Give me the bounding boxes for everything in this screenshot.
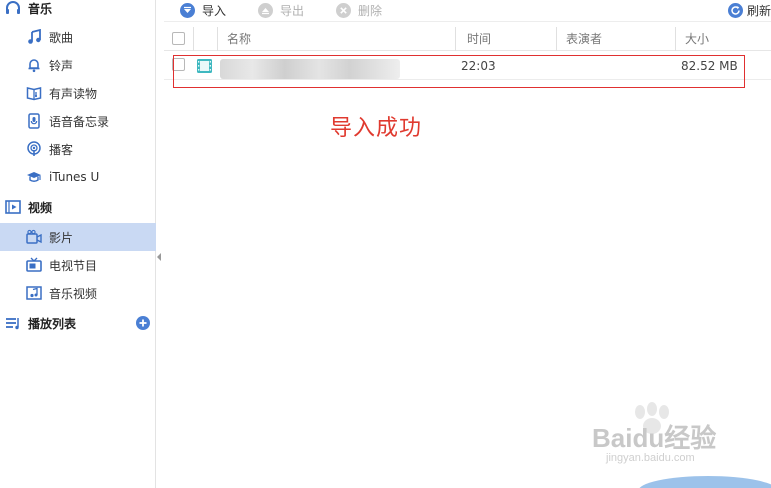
column-header-time[interactable]: 时间 bbox=[459, 27, 491, 51]
column-header-name[interactable]: 名称 bbox=[219, 27, 251, 51]
playlist-icon bbox=[4, 314, 22, 332]
podcast-icon bbox=[25, 140, 43, 158]
sidebar-item-label: 音乐视频 bbox=[49, 286, 98, 301]
film-icon bbox=[4, 198, 22, 216]
sidebar-section-playlist[interactable]: 播放列表 bbox=[0, 309, 156, 337]
sidebar-section-music[interactable]: 音乐 bbox=[0, 0, 156, 22]
audiobook-icon bbox=[25, 84, 43, 102]
bell-icon bbox=[25, 56, 43, 74]
delete-icon bbox=[336, 3, 352, 18]
movie-camera-icon bbox=[25, 228, 43, 246]
column-separator bbox=[455, 27, 456, 51]
column-separator bbox=[217, 27, 218, 51]
add-circle-icon[interactable] bbox=[136, 316, 150, 330]
toolbar: 导入 导出 删除 刷新 bbox=[164, 0, 771, 22]
headphones-icon bbox=[4, 0, 22, 17]
sidebar-item-label: iTunes U bbox=[49, 170, 100, 184]
import-button[interactable]: 导入 bbox=[180, 1, 226, 21]
import-icon bbox=[180, 3, 195, 18]
sidebar-section-label: 视频 bbox=[28, 200, 53, 215]
sidebar-item-voice-memos[interactable]: 语音备忘录 bbox=[0, 107, 156, 135]
select-all-checkbox[interactable] bbox=[172, 32, 185, 45]
annotation-import-success: 导入成功 bbox=[330, 116, 423, 141]
refresh-label: 刷新 bbox=[746, 4, 771, 18]
sidebar-item-movies[interactable]: 影片 bbox=[0, 223, 156, 251]
sidebar-item-label: 语音备忘录 bbox=[49, 114, 110, 129]
sidebar-item-tv-shows[interactable]: 电视节目 bbox=[0, 251, 156, 279]
voice-memo-icon bbox=[25, 112, 43, 130]
music-note-icon bbox=[25, 28, 43, 46]
graduation-cap-icon bbox=[25, 168, 43, 186]
import-label: 导入 bbox=[202, 4, 227, 18]
column-header-size[interactable]: 大小 bbox=[677, 27, 709, 51]
column-separator bbox=[675, 27, 676, 51]
export-button[interactable]: 导出 bbox=[258, 1, 304, 21]
sidebar-item-songs[interactable]: 歌曲 bbox=[0, 23, 156, 51]
delete-button[interactable]: 删除 bbox=[336, 1, 382, 21]
column-separator bbox=[556, 27, 557, 51]
sidebar-section-label: 音乐 bbox=[28, 1, 53, 16]
export-icon bbox=[258, 3, 274, 18]
corner-decoration bbox=[638, 476, 771, 488]
sidebar-item-label: 电视节目 bbox=[49, 258, 98, 273]
sidebar-item-label: 有声读物 bbox=[49, 86, 98, 101]
sidebar-item-label: 播客 bbox=[49, 142, 74, 157]
sidebar-item-ringtones[interactable]: 铃声 bbox=[0, 51, 156, 79]
sidebar-section-label: 播放列表 bbox=[28, 316, 77, 331]
sidebar-collapse-handle[interactable] bbox=[156, 250, 162, 264]
refresh-icon bbox=[727, 3, 743, 18]
highlight-box bbox=[173, 55, 745, 88]
tv-icon bbox=[25, 256, 43, 274]
table-header: 名称 时间 表演者 大小 bbox=[164, 27, 771, 51]
sidebar-item-itunes-u[interactable]: iTunes U bbox=[0, 163, 156, 191]
sidebar-item-label: 影片 bbox=[49, 230, 74, 245]
sidebar-item-audiobooks[interactable]: 有声读物 bbox=[0, 79, 156, 107]
music-video-icon bbox=[25, 284, 43, 302]
column-header-performer[interactable]: 表演者 bbox=[558, 27, 602, 51]
watermark-url: jingyan.baidu.com bbox=[606, 452, 695, 464]
sidebar-item-music-videos[interactable]: 音乐视频 bbox=[0, 279, 156, 307]
sidebar: 音乐 歌曲 铃声 有声读物 语音备忘录 播客 iTunes U 视频 影片 电视… bbox=[0, 0, 156, 488]
sidebar-item-label: 铃声 bbox=[49, 58, 74, 73]
sidebar-item-label: 歌曲 bbox=[49, 30, 74, 45]
sidebar-item-podcasts[interactable]: 播客 bbox=[0, 135, 156, 163]
refresh-button[interactable]: 刷新 bbox=[727, 2, 771, 19]
export-label: 导出 bbox=[280, 4, 305, 18]
watermark-logo-text: Baidu经验 bbox=[592, 423, 717, 453]
column-separator bbox=[193, 27, 194, 51]
sidebar-section-video[interactable]: 视频 bbox=[0, 193, 156, 221]
delete-label: 删除 bbox=[358, 4, 383, 18]
